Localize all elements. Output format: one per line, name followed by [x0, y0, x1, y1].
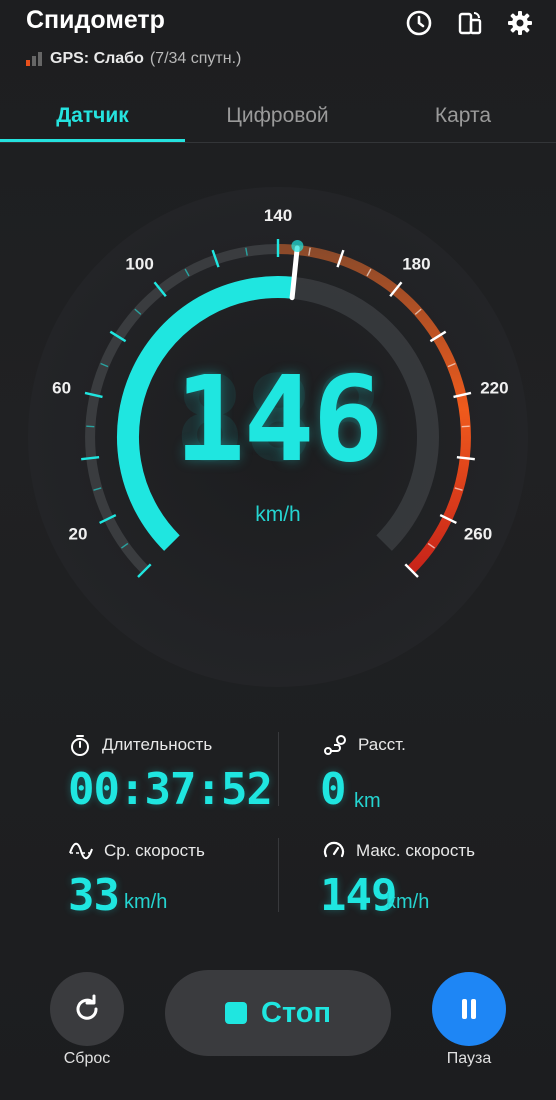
- app-title: Спидометр: [26, 6, 165, 34]
- duration-label: Длительность: [102, 735, 213, 754]
- stats-divider-top: [278, 732, 279, 806]
- stop-button[interactable]: Стоп: [165, 970, 391, 1056]
- stop-icon: [225, 1002, 247, 1024]
- max-speed-unit: km/h: [386, 891, 430, 913]
- max-speed-value: 149: [320, 870, 397, 921]
- speed-unit: km/h: [255, 503, 301, 526]
- stats-divider-bottom: [278, 838, 279, 912]
- distance-label-row: Расст.: [322, 733, 406, 757]
- route-icon: [324, 735, 346, 755]
- settings-gear-icon[interactable]: [505, 8, 535, 38]
- distance-value: 0: [320, 764, 346, 815]
- gauge-scale-label: 140: [264, 206, 292, 225]
- gps-label: GPS: Слабо: [50, 50, 144, 67]
- stop-label: Стоп: [261, 996, 331, 1029]
- rotate-screen-icon[interactable]: [455, 8, 485, 38]
- avg-speed-value: 33: [68, 870, 120, 921]
- gauge-scale-label: 20: [69, 524, 88, 543]
- gauge-scale-label: 100: [125, 254, 153, 273]
- gps-status: GPS: Слабо (7/34 спутн.): [26, 50, 241, 68]
- needle-glow: [291, 240, 304, 252]
- duration-label-row: Длительность: [68, 733, 212, 757]
- avg-speed-label: Ср. скорость: [104, 841, 205, 860]
- app-header: Спидометр GPS: Слабо (7/34 спутн.): [0, 0, 556, 80]
- wave-icon: [69, 842, 93, 860]
- max-speed-label: Макс. скорость: [356, 841, 476, 860]
- speedometer-icon: [323, 841, 345, 858]
- gauge-scale-label: 180: [402, 254, 430, 273]
- distance-unit: km: [354, 790, 381, 812]
- stopwatch-icon: [71, 735, 89, 756]
- gauge-scale-label: 260: [464, 524, 492, 543]
- refresh-icon: [76, 994, 98, 1020]
- duration-value: 00:37:52: [68, 764, 273, 815]
- avg-speed-label-row: Ср. скорость: [68, 839, 205, 863]
- active-tab-indicator: [0, 139, 185, 142]
- tab-digital[interactable]: Цифровой: [185, 92, 370, 140]
- tab-map[interactable]: Карта: [370, 92, 556, 140]
- reset-label: Сброс: [63, 1050, 111, 1067]
- gps-signal-icon: [26, 52, 42, 66]
- distance-label: Расст.: [358, 735, 406, 754]
- history-icon[interactable]: [404, 8, 434, 38]
- pause-button[interactable]: [432, 972, 506, 1046]
- pause-icon: [462, 999, 476, 1019]
- avg-speed-unit: km/h: [124, 891, 168, 913]
- gps-satellites: (7/34 спутн.): [149, 50, 242, 67]
- tab-gauge[interactable]: Датчик: [0, 92, 185, 140]
- view-tabs: Датчик Цифровой Карта: [0, 92, 556, 143]
- current-speed: 146: [174, 350, 383, 488]
- pause-label: Пауза: [446, 1050, 492, 1067]
- max-speed-label-row: Макс. скорость: [322, 839, 475, 863]
- reset-button[interactable]: [50, 972, 124, 1046]
